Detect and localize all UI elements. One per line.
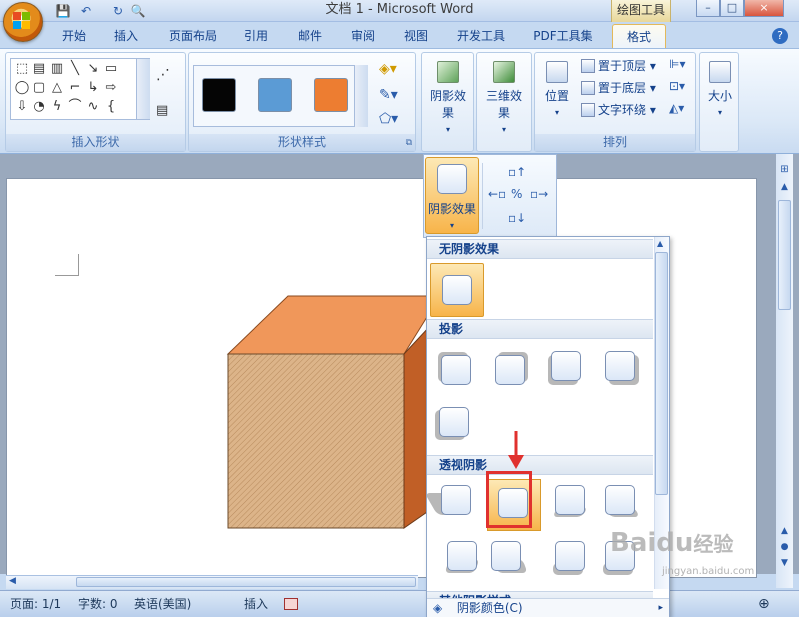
cube-front-face	[227, 353, 405, 529]
watermark-url: jingyan.baidu.com	[662, 566, 755, 577]
status-bar: 页面: 1/1 字数: 0 英语(美国) 插入 ⊕	[0, 590, 799, 617]
section-perspective-shadow: 透视阴影	[427, 455, 653, 475]
status-mode[interactable]: 插入	[244, 595, 268, 613]
office-button[interactable]	[3, 2, 43, 42]
nudge-down-icon[interactable]: ▫↓	[508, 211, 526, 225]
gallery-scroll-thumb[interactable]	[655, 252, 668, 495]
drop-shadow-option-1[interactable]	[437, 351, 477, 389]
cube-top-face	[226, 295, 441, 355]
cube-shape[interactable]	[0, 0, 799, 617]
ruler-toggle-icon[interactable]: ⊞	[777, 164, 792, 178]
horizontal-scrollbar[interactable]: ◀	[6, 575, 418, 589]
office-logo-icon	[13, 12, 21, 20]
status-language[interactable]: 英语(美国)	[134, 595, 191, 613]
next-page-icon[interactable]: ▼	[777, 558, 792, 572]
shadow-preview-icon	[437, 164, 467, 194]
vertical-scroll-thumb[interactable]	[778, 200, 791, 310]
paint-bucket-icon: ◈	[433, 601, 443, 615]
red-arrow-icon	[508, 431, 524, 469]
perspective-shadow-option-7[interactable]	[551, 537, 591, 575]
scroll-left-icon[interactable]: ◀	[9, 576, 16, 586]
shadow-toggle-icon[interactable]: %	[511, 187, 522, 201]
drop-shadow-option-2[interactable]	[491, 351, 531, 389]
divider	[482, 163, 483, 229]
prev-page-icon[interactable]: ▲	[777, 526, 792, 540]
drop-shadow-option-5[interactable]	[435, 403, 475, 441]
drop-shadow-option-4[interactable]	[601, 347, 641, 385]
horizontal-scroll-thumb[interactable]	[76, 577, 416, 587]
drop-shadow-option-3[interactable]	[547, 347, 587, 385]
perspective-shadow-option-5[interactable]	[443, 537, 483, 575]
shadow-gallery-dropdown: 无阴影效果 投影 透视阴影 其他阴影样式	[426, 236, 670, 617]
baidu-watermark: Baidu经验	[610, 528, 734, 558]
macro-record-icon[interactable]	[284, 598, 298, 610]
scroll-up-icon[interactable]: ▲	[777, 182, 792, 196]
perspective-shadow-option-6[interactable]	[487, 537, 528, 575]
zoom-in-icon[interactable]: ⊕	[758, 595, 770, 613]
shadow-color-label: 阴影颜色(C)	[456, 601, 523, 615]
select-browse-icon[interactable]: ●	[777, 542, 792, 556]
status-page[interactable]: 页面: 1/1	[10, 595, 61, 613]
status-words[interactable]: 字数: 0	[78, 595, 118, 613]
nudge-up-icon[interactable]: ▫↑	[508, 165, 526, 179]
vertical-scrollbar[interactable]: ⊞ ▲ ▲ ● ▼	[776, 154, 793, 588]
shadow-color-menu-item[interactable]: ◈ 阴影颜色(C) ▸	[427, 598, 669, 617]
nudge-right-icon[interactable]: ▫→	[530, 187, 548, 201]
shadow-effect-dropdown-button[interactable]: 阴影效果 ▾	[425, 157, 479, 234]
section-no-shadow: 无阴影效果	[427, 239, 653, 259]
nudge-left-icon[interactable]: ←▫	[488, 187, 506, 201]
section-drop-shadow: 投影	[427, 319, 653, 339]
perspective-shadow-option-3[interactable]	[551, 481, 591, 519]
shadow-effect-label: 阴影效果	[427, 202, 476, 216]
no-shadow-option[interactable]	[430, 263, 484, 317]
shadow-option-icon	[442, 275, 472, 305]
highlight-box	[486, 471, 532, 528]
submenu-arrow-icon: ▸	[658, 603, 663, 613]
gallery-scroll-up-icon[interactable]: ▲	[657, 239, 663, 248]
perspective-shadow-option-1[interactable]	[427, 481, 477, 519]
perspective-shadow-option-4[interactable]	[601, 481, 641, 519]
